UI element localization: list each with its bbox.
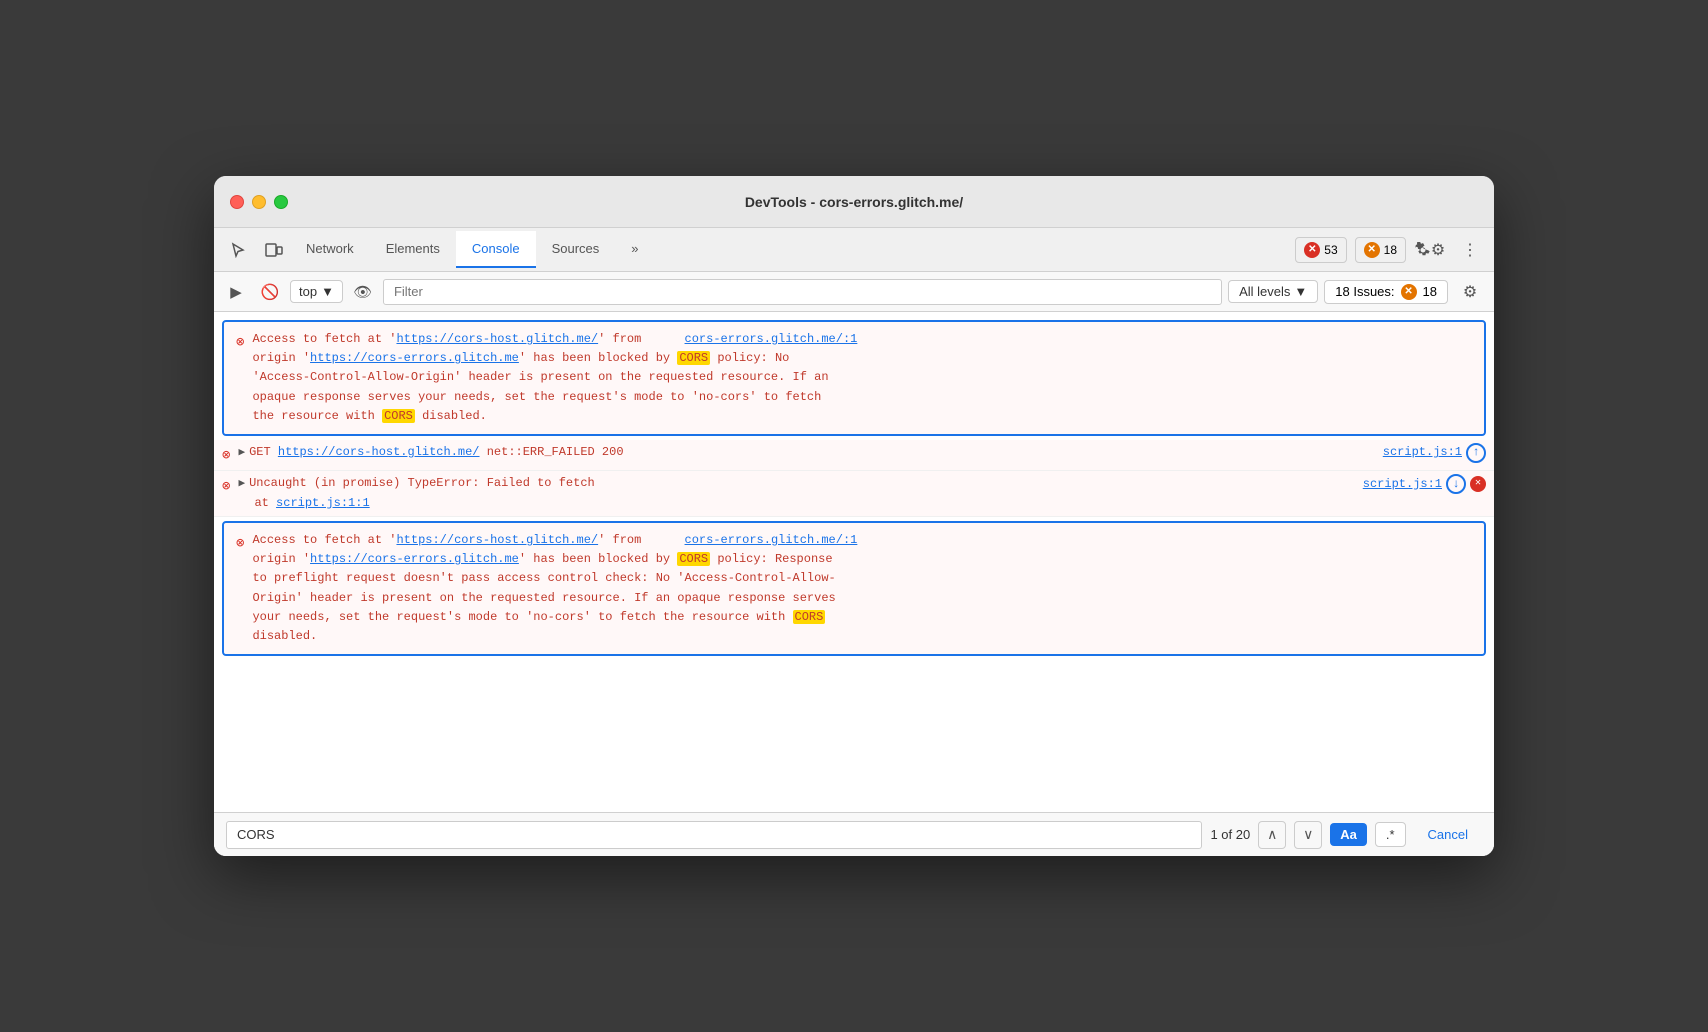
- error-count: 53: [1324, 243, 1337, 257]
- console-row-4: ⊗ Access to fetch at 'https://cors-host.…: [222, 521, 1486, 656]
- search-bar: 1 of 20 ∧ ∨ Aa .* Cancel: [214, 812, 1494, 856]
- tab-sources[interactable]: Sources: [536, 231, 616, 268]
- toolbar-settings-icon[interactable]: ⚙: [1454, 276, 1486, 308]
- script-link-2[interactable]: script.js:1: [1383, 443, 1462, 462]
- warning-count-badge[interactable]: ✕ 18: [1355, 237, 1406, 263]
- close-button[interactable]: [230, 195, 244, 209]
- eye-icon[interactable]: 👁: [349, 278, 377, 306]
- traffic-lights: [230, 195, 288, 209]
- tab-more[interactable]: »: [615, 231, 654, 268]
- block-icon[interactable]: 🚫: [256, 278, 284, 306]
- cors-badge-4: CORS: [793, 610, 826, 624]
- download-icon-2[interactable]: ↑: [1466, 443, 1486, 463]
- toolbar: ▶ 🚫 top ▼ 👁 All levels ▼ 18 Issues: ✕ 18…: [214, 272, 1494, 312]
- title-bar: DevTools - cors-errors.glitch.me/: [214, 176, 1494, 228]
- maximize-button[interactable]: [274, 195, 288, 209]
- error-icon-red: ✕: [1304, 242, 1320, 258]
- console-content: ⊗ Access to fetch at 'https://cors-host.…: [214, 312, 1494, 812]
- console-row-3: ⊗ ▶Uncaught (in promise) TypeError: Fail…: [214, 471, 1494, 517]
- regex-btn[interactable]: .*: [1375, 822, 1406, 847]
- tabs: Network Elements Console Sources »: [290, 231, 1295, 268]
- more-options-icon-btn[interactable]: ⋮: [1454, 234, 1486, 266]
- cancel-btn[interactable]: Cancel: [1414, 823, 1482, 846]
- search-count: 1 of 20: [1210, 827, 1250, 842]
- console-row-1: ⊗ Access to fetch at 'https://cors-host.…: [222, 320, 1486, 436]
- device-icon-btn[interactable]: [258, 234, 290, 266]
- tab-bar-right: ✕ 53 ✕ 18 ⚙ ⋮: [1295, 234, 1486, 266]
- error-icon-3: ⊗: [222, 476, 230, 498]
- cors-badge-3: CORS: [677, 552, 710, 566]
- cors-badge-2: CORS: [382, 409, 415, 423]
- warning-count: 18: [1384, 243, 1397, 257]
- expand-arrow-2[interactable]: ▶: [238, 447, 245, 459]
- search-prev-btn[interactable]: ∧: [1258, 821, 1286, 849]
- console-row-2: ⊗ ▶GET https://cors-host.glitch.me/ net:…: [214, 440, 1494, 471]
- cors-host-link-2[interactable]: https://cors-host.glitch.me/: [396, 533, 598, 547]
- top-select[interactable]: top ▼: [290, 280, 343, 303]
- script-link-3[interactable]: script.js:1: [1363, 475, 1442, 494]
- error-icon-2: ⊗: [222, 445, 230, 467]
- tab-bar: Network Elements Console Sources » ✕ 53 …: [214, 228, 1494, 272]
- expand-arrow-3[interactable]: ▶: [238, 478, 245, 490]
- run-icon[interactable]: ▶: [222, 278, 250, 306]
- warning-icon-orange: ✕: [1364, 242, 1380, 258]
- origin-link-2[interactable]: https://cors-errors.glitch.me: [310, 552, 519, 566]
- script-link-3-inline[interactable]: script.js:1:1: [276, 496, 370, 510]
- levels-label: All levels: [1239, 284, 1290, 299]
- minimize-button[interactable]: [252, 195, 266, 209]
- source-link-4[interactable]: cors-errors.glitch.me/:1: [685, 533, 858, 547]
- console-message-2: ▶GET https://cors-host.glitch.me/ net::E…: [238, 443, 1366, 463]
- origin-link-1[interactable]: https://cors-errors.glitch.me: [310, 351, 519, 365]
- console-message-3: ▶Uncaught (in promise) TypeError: Failed…: [238, 474, 1346, 513]
- source-link-1[interactable]: cors-errors.glitch.me/:1: [685, 332, 858, 346]
- tab-elements[interactable]: Elements: [370, 231, 456, 268]
- row2-right: script.js:1 ↑: [1367, 443, 1486, 463]
- issues-label: 18 Issues:: [1335, 284, 1394, 299]
- search-next-btn[interactable]: ∨: [1294, 821, 1322, 849]
- issues-icon: ✕: [1401, 284, 1417, 300]
- devtools-body: Network Elements Console Sources » ✕ 53 …: [214, 228, 1494, 856]
- cors-badge-1: CORS: [677, 351, 710, 365]
- row3-right: script.js:1 ↓ ✕: [1347, 474, 1486, 494]
- console-message-4: Access to fetch at 'https://cors-host.gl…: [252, 531, 1472, 646]
- issues-badge[interactable]: 18 Issues: ✕ 18: [1324, 280, 1448, 304]
- cors-host-link-1[interactable]: https://cors-host.glitch.me/: [396, 332, 598, 346]
- error-icon-4: ⊗: [236, 533, 244, 555]
- window-title: DevTools - cors-errors.glitch.me/: [745, 194, 963, 210]
- close-icon-3[interactable]: ✕: [1470, 476, 1486, 492]
- top-chevron-icon: ▼: [321, 284, 334, 299]
- filter-input[interactable]: [383, 279, 1222, 305]
- tab-console[interactable]: Console: [456, 231, 536, 268]
- cursor-icon-btn[interactable]: [222, 234, 254, 266]
- error-icon-1: ⊗: [236, 332, 244, 354]
- match-case-btn[interactable]: Aa: [1330, 823, 1367, 846]
- settings-icon-btn[interactable]: ⚙: [1414, 234, 1446, 266]
- issues-count: 18: [1423, 284, 1437, 299]
- top-label: top: [299, 284, 317, 299]
- levels-select[interactable]: All levels ▼: [1228, 280, 1318, 303]
- tab-network[interactable]: Network: [290, 231, 370, 268]
- tab-bar-icons: [222, 234, 290, 266]
- console-message-1: Access to fetch at 'https://cors-host.gl…: [252, 330, 1472, 426]
- get-link[interactable]: https://cors-host.glitch.me/: [278, 445, 480, 459]
- download-icon-3a[interactable]: ↓: [1446, 474, 1466, 494]
- error-count-badge[interactable]: ✕ 53: [1295, 237, 1346, 263]
- devtools-window: DevTools - cors-errors.glitch.me/ N: [214, 176, 1494, 856]
- search-input[interactable]: [226, 821, 1202, 849]
- levels-chevron-icon: ▼: [1294, 284, 1307, 299]
